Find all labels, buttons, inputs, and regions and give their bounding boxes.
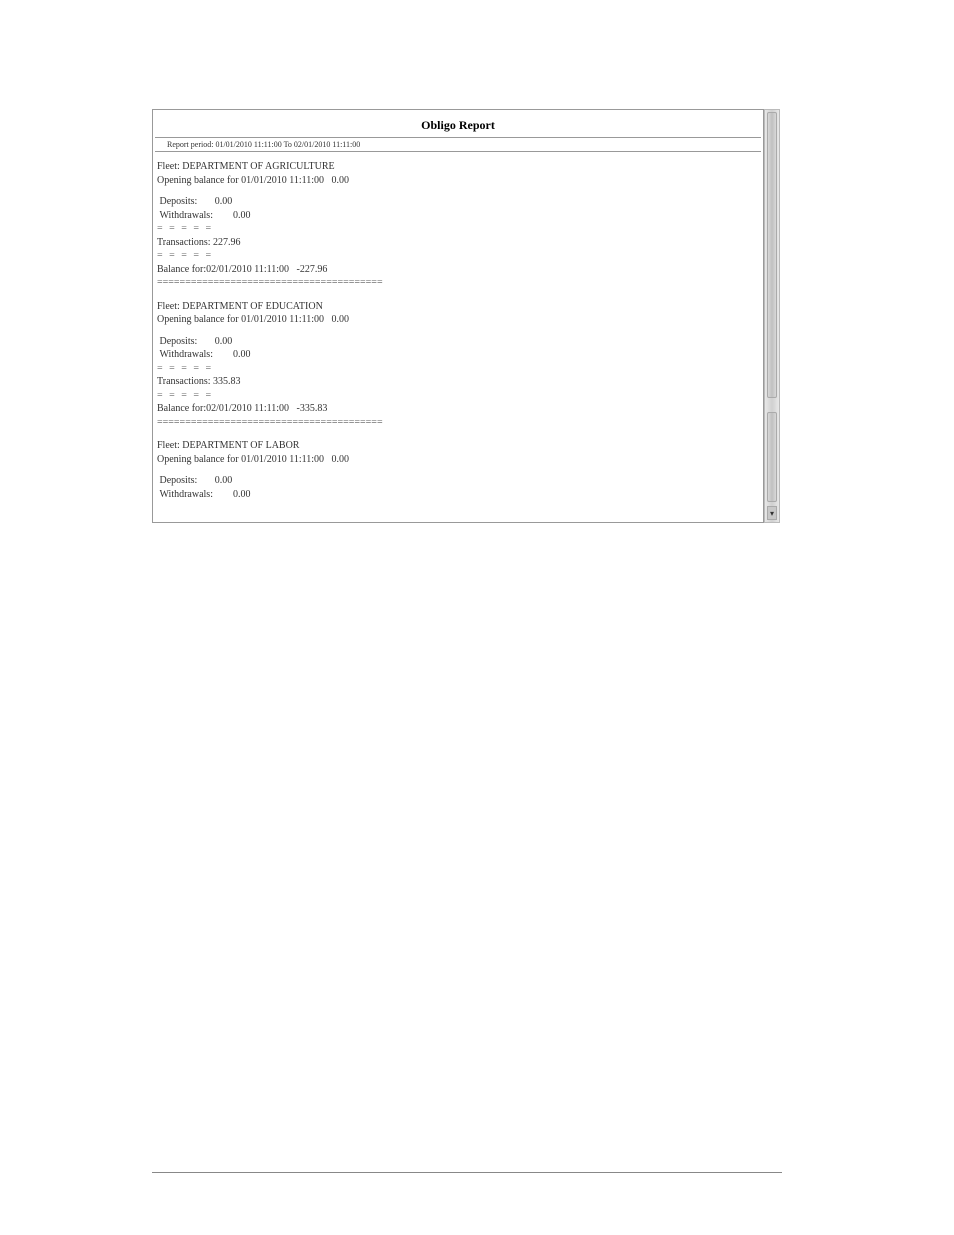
fleet-name-value: DEPARTMENT OF LABOR	[182, 440, 299, 451]
separator-dashes: = = = = =	[157, 222, 759, 236]
balance-value: -227.96	[297, 264, 328, 275]
withdrawals-label: Withdrawals:	[160, 489, 213, 500]
withdrawals-value: 0.00	[233, 210, 251, 221]
separator-equals: ========================================	[157, 416, 759, 430]
deposits-row: Deposits: 0.00	[157, 474, 759, 488]
deposits-value: 0.00	[215, 475, 233, 486]
vertical-scrollbar[interactable]: ▾	[764, 109, 780, 523]
balance-date: 02/01/2010 11:11:00	[206, 403, 289, 414]
transactions-row: Transactions: 335.83	[157, 375, 759, 389]
transactions-row: Transactions: 227.96	[157, 236, 759, 250]
balance-row: Balance for:02/01/2010 11:11:00 -335.83	[157, 402, 759, 416]
opening-balance: Opening balance for 01/01/2010 11:11:00 …	[157, 313, 759, 327]
withdrawals-row: Withdrawals: 0.00	[157, 209, 759, 223]
report-body: Fleet: DEPARTMENT OF AGRICULTURE Opening…	[153, 152, 763, 511]
fleet-prefix: Fleet:	[157, 161, 182, 172]
withdrawals-row: Withdrawals: 0.00	[157, 488, 759, 502]
opening-date: 01/01/2010 11:11:00	[241, 175, 324, 186]
withdrawals-value: 0.00	[233, 349, 251, 360]
opening-value: 0.00	[332, 175, 350, 186]
scrollbar-thumb[interactable]	[767, 112, 777, 398]
opening-prefix: Opening balance for	[157, 454, 241, 465]
fleet-name-value: DEPARTMENT OF AGRICULTURE	[182, 161, 334, 172]
fleet-name: Fleet: DEPARTMENT OF EDUCATION	[157, 300, 759, 314]
transactions-value: 227.96	[213, 237, 241, 248]
scrollbar-arrow-down-icon[interactable]: ▾	[767, 506, 777, 520]
balance-prefix: Balance for:	[157, 403, 206, 414]
balance-prefix: Balance for:	[157, 264, 206, 275]
opening-balance: Opening balance for 01/01/2010 11:11:00 …	[157, 453, 759, 467]
balance-value: -335.83	[297, 403, 328, 414]
separator-equals: ========================================	[157, 276, 759, 290]
deposits-label: Deposits:	[160, 196, 198, 207]
opening-prefix: Opening balance for	[157, 314, 241, 325]
opening-value: 0.00	[332, 314, 350, 325]
separator-dashes: = = = = =	[157, 362, 759, 376]
transactions-label: Transactions:	[157, 237, 213, 248]
fleet-block: Fleet: DEPARTMENT OF AGRICULTURE Opening…	[157, 160, 759, 290]
deposits-value: 0.00	[215, 196, 233, 207]
report-period-value: 01/01/2010 11:11:00 To 02/01/2010 11:11:…	[215, 140, 360, 149]
fleet-name: Fleet: DEPARTMENT OF AGRICULTURE	[157, 160, 759, 174]
fleet-name-value: DEPARTMENT OF EDUCATION	[182, 301, 323, 312]
fleet-prefix: Fleet:	[157, 440, 182, 451]
balance-row: Balance for:02/01/2010 11:11:00 -227.96	[157, 263, 759, 277]
fleet-name: Fleet: DEPARTMENT OF LABOR	[157, 439, 759, 453]
report-frame: Obligo Report Report period: 01/01/2010 …	[152, 109, 764, 523]
opening-balance: Opening balance for 01/01/2010 11:11:00 …	[157, 174, 759, 188]
report-period-row: Report period: 01/01/2010 11:11:00 To 02…	[155, 137, 761, 152]
opening-prefix: Opening balance for	[157, 175, 241, 186]
balance-date: 02/01/2010 11:11:00	[206, 264, 289, 275]
withdrawals-label: Withdrawals:	[160, 210, 213, 221]
separator-dashes: = = = = =	[157, 249, 759, 263]
transactions-value: 335.83	[213, 376, 241, 387]
withdrawals-row: Withdrawals: 0.00	[157, 348, 759, 362]
page-footer-rule	[152, 1172, 782, 1173]
opening-date: 01/01/2010 11:11:00	[241, 314, 324, 325]
deposits-row: Deposits: 0.00	[157, 195, 759, 209]
separator-dashes: = = = = =	[157, 389, 759, 403]
withdrawals-value: 0.00	[233, 489, 251, 500]
fleet-prefix: Fleet:	[157, 301, 182, 312]
fleet-block: Fleet: DEPARTMENT OF EDUCATION Opening b…	[157, 300, 759, 430]
withdrawals-label: Withdrawals:	[160, 349, 213, 360]
fleet-block: Fleet: DEPARTMENT OF LABOR Opening balan…	[157, 439, 759, 501]
opening-value: 0.00	[332, 454, 350, 465]
report-title: Obligo Report	[153, 110, 763, 137]
deposits-label: Deposits:	[160, 336, 198, 347]
scrollbar-thumb[interactable]	[767, 412, 777, 502]
report-period-label: Report period:	[167, 140, 213, 149]
opening-date: 01/01/2010 11:11:00	[241, 454, 324, 465]
transactions-label: Transactions:	[157, 376, 213, 387]
deposits-value: 0.00	[215, 336, 233, 347]
deposits-row: Deposits: 0.00	[157, 335, 759, 349]
deposits-label: Deposits:	[160, 475, 198, 486]
